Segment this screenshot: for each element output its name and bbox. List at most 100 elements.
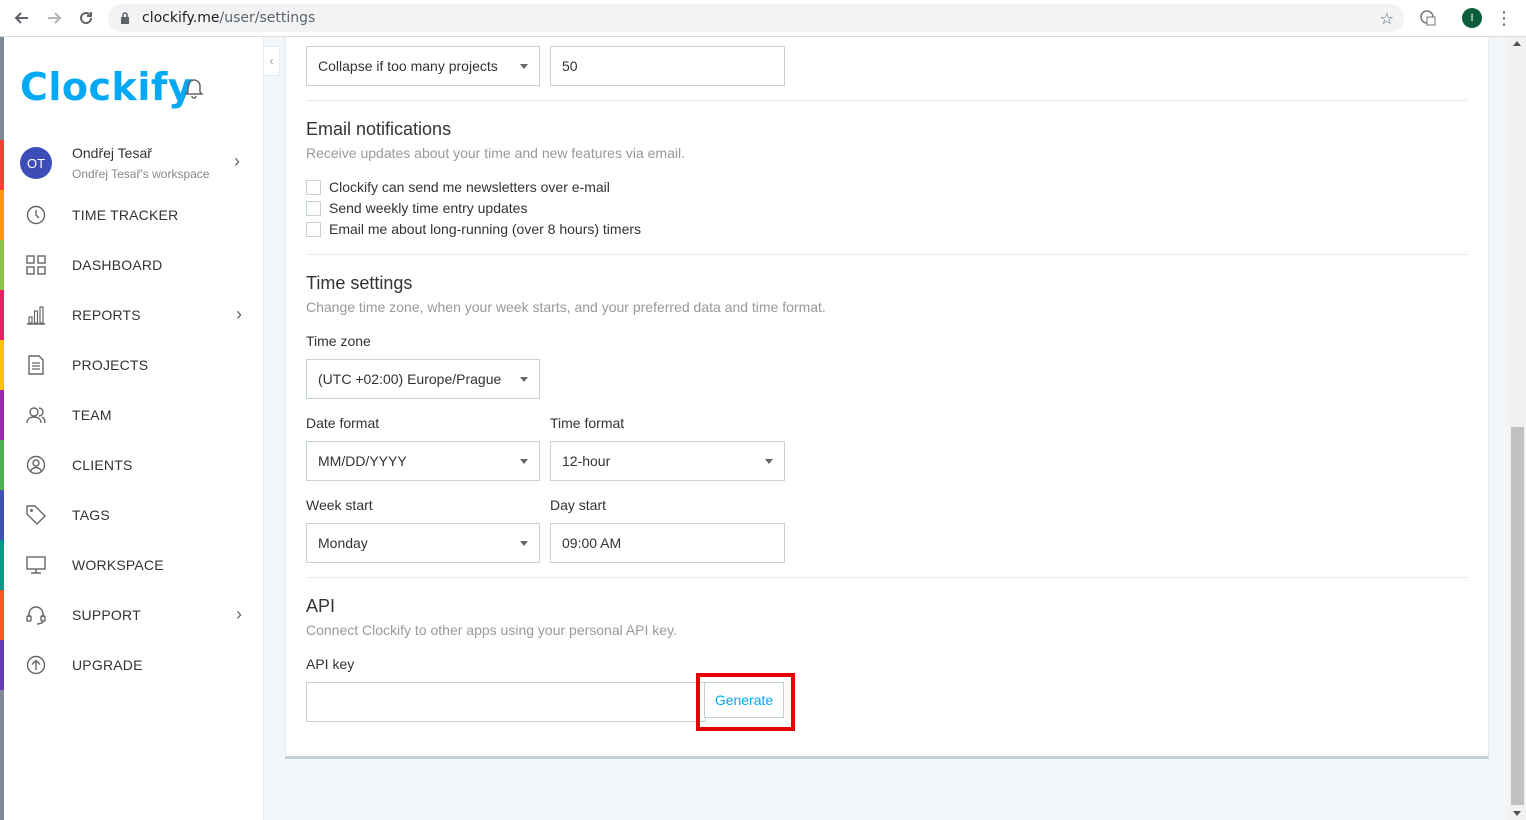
sidebar-item-label: SUPPORT: [72, 607, 141, 623]
sidebar-item-label: TEAM: [72, 407, 112, 423]
time-format-value: 12-hour: [562, 453, 611, 469]
weekly-updates-label: Send weekly time entry updates: [329, 200, 528, 216]
document-icon: [26, 355, 46, 375]
divider: [306, 577, 1468, 578]
caret-down-icon: [520, 459, 528, 464]
scrollbar[interactable]: [1509, 37, 1526, 820]
url-text: clockify.me/user/settings: [142, 10, 316, 26]
address-bar[interactable]: clockify.me/user/settings ☆: [108, 4, 1404, 32]
browser-toolbar: clockify.me/user/settings ☆ I ⋮: [0, 0, 1526, 37]
sidebar-item-label: UPGRADE: [72, 657, 143, 673]
newsletter-option[interactable]: Clockify can send me newsletters over e-…: [306, 178, 610, 196]
sidebar-item-label: TIME TRACKER: [72, 207, 179, 223]
api-section-description: Connect Clockify to other apps using you…: [306, 622, 677, 638]
caret-down-icon: [520, 541, 528, 546]
weekly-updates-option[interactable]: Send weekly time entry updates: [306, 199, 527, 217]
date-format-label: Date format: [306, 415, 380, 431]
reload-icon[interactable]: [74, 6, 98, 30]
long-timers-option[interactable]: Email me about long-running (over 8 hour…: [306, 220, 641, 238]
sidebar-item-label: WORKSPACE: [72, 557, 164, 573]
headset-icon: [26, 605, 46, 625]
newsletter-checkbox[interactable]: [306, 179, 321, 195]
scroll-down-icon[interactable]: [1513, 811, 1521, 816]
weekly-updates-checkbox[interactable]: [306, 200, 321, 216]
caret-down-icon: [765, 459, 773, 464]
time-format-label: Time format: [550, 415, 625, 431]
long-timers-label: Email me about long-running (over 8 hour…: [329, 221, 642, 237]
bell-icon[interactable]: [184, 77, 204, 99]
workspace-name: Ondřej Tesař's workspace: [72, 167, 210, 181]
timezone-value: (UTC +02:00) Europe/Prague: [318, 371, 502, 387]
week-start-select[interactable]: Monday: [306, 523, 540, 563]
day-start-input[interactable]: 09:00 AM: [550, 523, 785, 563]
clockify-logo[interactable]: Clockify: [20, 65, 193, 109]
sidebar-item-label: REPORTS: [72, 307, 141, 323]
sidebar-item-time-tracker[interactable]: TIME TRACKER: [0, 190, 264, 240]
sidebar-color-strip: [0, 140, 4, 190]
project-grouping-value: Collapse if too many projects: [318, 58, 498, 74]
email-section-description: Receive updates about your time and new …: [306, 145, 685, 161]
caret-down-icon: [520, 64, 528, 69]
bookmark-star-icon[interactable]: ☆: [1380, 9, 1394, 29]
sidebar-item-team[interactable]: TEAM: [0, 390, 264, 440]
divider: [306, 254, 1468, 255]
upgrade-arrow-icon: [26, 655, 46, 675]
date-format-value: MM/DD/YYYY: [318, 453, 407, 469]
sidebar-item-label: PROJECTS: [72, 357, 149, 373]
week-start-label: Week start: [306, 497, 373, 513]
sidebar-item-tags[interactable]: TAGS: [0, 490, 264, 540]
newsletter-label: Clockify can send me newsletters over e-…: [329, 179, 610, 195]
sidebar-item-clients[interactable]: CLIENTS: [0, 440, 264, 490]
long-timers-checkbox[interactable]: [306, 221, 321, 237]
browser-menu-icon[interactable]: ⋮: [1495, 7, 1513, 29]
user-menu[interactable]: OT Ondřej Tesař Ondřej Tesař's workspace…: [20, 141, 260, 191]
user-name: Ondřej Tesař: [72, 145, 152, 161]
timezone-select[interactable]: (UTC +02:00) Europe/Prague: [306, 359, 540, 399]
collapse-sidebar-button[interactable]: ‹: [264, 46, 280, 76]
scroll-up-icon[interactable]: [1513, 41, 1521, 46]
time-section-title: Time settings: [306, 273, 413, 293]
forward-icon[interactable]: [42, 6, 66, 30]
back-icon[interactable]: [10, 6, 34, 30]
user-circle-icon: [26, 455, 46, 475]
sidebar-item-label: CLIENTS: [72, 457, 133, 473]
bar-chart-icon: [26, 305, 46, 325]
profile-avatar[interactable]: I: [1462, 8, 1482, 28]
chevron-right-icon: ›: [234, 151, 240, 171]
clock-icon: [26, 205, 46, 225]
scrollbar-thumb[interactable]: [1511, 427, 1524, 805]
sidebar-item-support[interactable]: SUPPORT ›: [0, 590, 264, 640]
api-key-label: API key: [306, 656, 355, 672]
timezone-label: Time zone: [306, 333, 371, 349]
lock-icon: [120, 12, 130, 24]
day-start-value: 09:00 AM: [562, 535, 622, 551]
sidebar-item-upgrade[interactable]: UPGRADE: [0, 640, 264, 690]
week-start-value: Monday: [318, 535, 368, 551]
time-section-description: Change time zone, when your week starts,…: [306, 299, 826, 315]
time-format-select[interactable]: 12-hour: [550, 441, 785, 481]
api-section-title: API: [306, 596, 336, 616]
settings-panel: Collapse if too many projects 50 Email n…: [285, 37, 1489, 759]
extension-icon[interactable]: [1418, 8, 1438, 28]
sidebar-item-dashboard[interactable]: DASHBOARD: [0, 240, 264, 290]
team-icon: [26, 405, 46, 425]
project-threshold-input[interactable]: 50: [550, 46, 785, 86]
sidebar-item-label: TAGS: [72, 507, 110, 523]
api-key-input[interactable]: [306, 682, 706, 722]
sidebar-item-workspace[interactable]: WORKSPACE: [0, 540, 264, 590]
date-format-select[interactable]: MM/DD/YYYY: [306, 441, 540, 481]
sidebar-item-reports[interactable]: REPORTS ›: [0, 290, 264, 340]
sidebar-item-projects[interactable]: PROJECTS: [0, 340, 264, 390]
project-threshold-value: 50: [562, 58, 578, 74]
grid-icon: [26, 255, 46, 275]
chevron-right-icon: ›: [236, 304, 242, 324]
sidebar: Clockify OT Ondřej Tesař Ondřej Tesař's …: [0, 37, 264, 820]
project-grouping-select[interactable]: Collapse if too many projects: [306, 46, 540, 86]
caret-down-icon: [520, 377, 528, 382]
email-section-title: Email notifications: [306, 119, 452, 139]
divider: [306, 100, 1468, 101]
avatar: OT: [20, 147, 52, 179]
sidebar-item-label: DASHBOARD: [72, 257, 163, 273]
monitor-icon: [26, 555, 46, 575]
day-start-label: Day start: [550, 497, 607, 513]
